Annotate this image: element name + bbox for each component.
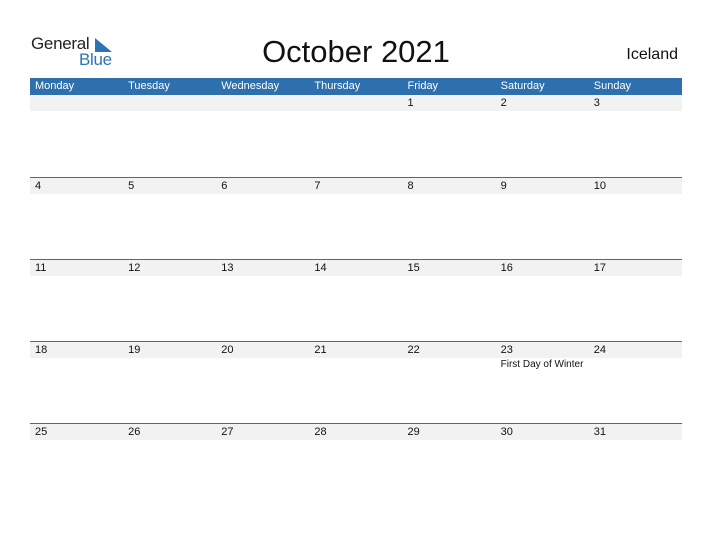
day-event — [216, 194, 309, 195]
day-number — [216, 95, 309, 111]
date-band: 18 19 20 21 22 23 24 — [30, 342, 682, 358]
week-row: 18 19 20 21 22 23 24 First Day of Winter — [30, 341, 682, 423]
day-number: 13 — [221, 262, 234, 274]
events-row — [30, 276, 682, 277]
day-event — [403, 276, 496, 277]
week-row: 4 5 6 7 8 9 10 — [30, 177, 682, 259]
day-event — [309, 440, 402, 441]
day-number: 22 — [407, 344, 420, 356]
day-event — [589, 276, 682, 277]
week-row: 11 12 13 14 15 16 17 — [30, 259, 682, 341]
day-number: 15 — [407, 262, 420, 274]
day-event — [496, 194, 589, 195]
day-event — [309, 358, 402, 370]
day-number: 27 — [221, 426, 234, 438]
day-event — [123, 440, 216, 441]
day-number — [123, 95, 216, 111]
date-band: 11 12 13 14 15 16 17 — [30, 260, 682, 276]
day-event — [30, 111, 123, 112]
day-number: 5 — [128, 180, 135, 192]
weekday-label: Friday — [407, 80, 439, 92]
day-event — [123, 194, 216, 195]
day-event — [123, 358, 216, 370]
day-event — [309, 194, 402, 195]
weekday-label: Sunday — [593, 80, 632, 92]
weekday-header: Monday Tuesday Wednesday Thursday Friday… — [30, 78, 682, 95]
day-event — [30, 194, 123, 195]
day-event — [496, 111, 589, 112]
country-label: Iceland — [626, 46, 678, 63]
day-number: 11 — [35, 262, 47, 274]
date-band: 25 26 27 28 29 30 31 — [30, 424, 682, 440]
day-event — [589, 194, 682, 195]
weekday-label: Wednesday — [221, 80, 280, 92]
day-event — [309, 111, 402, 112]
events-row — [30, 440, 682, 441]
day-number: 25 — [35, 426, 48, 438]
calendar-title: October 2021 — [262, 34, 450, 69]
day-event — [403, 111, 496, 112]
day-number: 12 — [128, 262, 141, 274]
day-number: 26 — [128, 426, 141, 438]
day-number: 4 — [35, 180, 42, 192]
day-number: 6 — [221, 180, 228, 192]
weekday-label: Tuesday — [128, 80, 170, 92]
day-event — [403, 194, 496, 195]
day-event — [216, 111, 309, 112]
day-event — [30, 276, 123, 277]
day-event — [216, 440, 309, 441]
day-event — [216, 358, 309, 370]
day-event — [123, 276, 216, 277]
day-event: First Day of Winter — [500, 359, 584, 370]
date-band: 4 5 6 7 8 9 10 — [30, 178, 682, 194]
day-number — [30, 95, 123, 111]
week-row: 1 2 3 — [30, 95, 682, 177]
day-number: 9 — [500, 180, 507, 192]
weekday-label: Saturday — [500, 80, 545, 92]
day-number: 17 — [593, 262, 606, 274]
events-row: First Day of Winter — [30, 358, 682, 370]
weeks-container: 1 2 3 4 5 6 7 8 9 10 11 12 13 14 15 16 17 18 19 20 21 22 23 24 F… — [30, 95, 682, 505]
day-number: 8 — [407, 180, 414, 192]
day-number: 16 — [500, 262, 513, 274]
day-number — [309, 95, 402, 111]
day-number: 1 — [407, 97, 414, 109]
day-event — [496, 276, 589, 277]
date-band: 1 2 3 — [30, 95, 682, 111]
calendar-grid: Monday Tuesday Wednesday Thursday Friday… — [30, 78, 682, 505]
day-event — [30, 440, 123, 441]
week-row: 25 26 27 28 29 30 31 — [30, 423, 682, 505]
day-event — [216, 276, 309, 277]
day-number: 24 — [593, 344, 606, 356]
day-number: 23 — [500, 344, 513, 356]
weekday-label: Thursday — [314, 80, 361, 92]
day-number: 28 — [314, 426, 327, 438]
day-number: 19 — [128, 344, 141, 356]
day-number: 31 — [593, 426, 606, 438]
day-number: 20 — [221, 344, 234, 356]
day-number: 10 — [593, 180, 606, 192]
day-event — [496, 440, 589, 441]
day-event — [589, 111, 682, 112]
day-event — [123, 111, 216, 112]
day-event — [589, 440, 682, 441]
day-event — [403, 440, 496, 441]
day-number: 30 — [500, 426, 513, 438]
weekday-label: Monday — [35, 80, 75, 92]
day-event — [403, 358, 496, 370]
day-event — [30, 358, 123, 370]
day-number: 2 — [500, 97, 507, 109]
day-number: 7 — [314, 180, 321, 192]
day-event — [309, 276, 402, 277]
events-row — [30, 194, 682, 195]
day-number: 14 — [314, 262, 327, 274]
day-number: 21 — [314, 344, 327, 356]
events-row — [30, 111, 682, 112]
day-number: 18 — [35, 344, 48, 356]
day-number: 29 — [407, 426, 420, 438]
day-number: 3 — [593, 97, 600, 109]
day-event — [589, 358, 682, 370]
